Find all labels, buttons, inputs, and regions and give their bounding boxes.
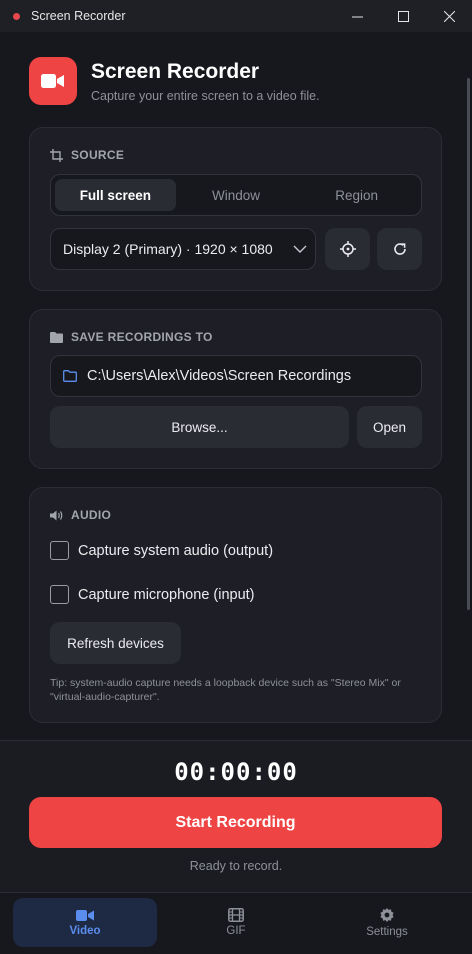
close-icon bbox=[443, 10, 455, 22]
mode-region[interactable]: Region bbox=[296, 179, 417, 211]
audio-card: AUDIO Capture system audio (output) Capt… bbox=[29, 487, 442, 723]
microphone-checkbox-box[interactable] bbox=[50, 585, 69, 604]
tab-gif[interactable]: GIF bbox=[164, 898, 308, 947]
window-title: Screen Recorder bbox=[31, 9, 126, 23]
browse-button[interactable]: Browse... bbox=[50, 406, 349, 448]
save-path-value: C:\Users\Alex\Videos\Screen Recordings bbox=[87, 368, 352, 384]
system-audio-label: Capture system audio (output) bbox=[78, 542, 274, 559]
bottom-nav: Video GIF Settings bbox=[0, 892, 472, 954]
audio-heading: AUDIO bbox=[50, 508, 111, 522]
close-button[interactable] bbox=[426, 0, 472, 32]
chevron-down-icon bbox=[293, 245, 307, 253]
film-icon bbox=[228, 908, 244, 922]
status-text: Ready to record. bbox=[189, 859, 283, 873]
refresh-displays-button[interactable] bbox=[377, 228, 422, 270]
tab-settings-label: Settings bbox=[366, 926, 408, 938]
tab-settings[interactable]: Settings bbox=[315, 898, 459, 947]
page-subtitle: Capture your entire screen to a video fi… bbox=[91, 89, 320, 103]
display-select[interactable]: Display 2 (Primary) · 1920 × 1080 bbox=[50, 228, 316, 270]
system-audio-checkbox[interactable]: Capture system audio (output) bbox=[50, 541, 273, 560]
title-bar: Screen Recorder bbox=[0, 0, 472, 32]
crop-icon bbox=[50, 148, 63, 162]
save-location-card: SAVE RECORDINGS TO C:\Users\Alex\Videos\… bbox=[29, 309, 442, 469]
start-recording-button[interactable]: Start Recording bbox=[29, 797, 442, 848]
source-heading: SOURCE bbox=[50, 148, 124, 162]
minimize-icon bbox=[351, 16, 363, 17]
maximize-button[interactable] bbox=[380, 0, 426, 32]
mode-full-screen[interactable]: Full screen bbox=[55, 179, 176, 211]
refresh-devices-button[interactable]: Refresh devices bbox=[50, 622, 181, 664]
source-card: SOURCE Full screen Window Region Display… bbox=[29, 127, 442, 291]
recording-timer: 00:00:00 bbox=[174, 758, 298, 786]
app-dot-icon bbox=[13, 12, 20, 20]
microphone-checkbox[interactable]: Capture microphone (input) bbox=[50, 585, 255, 604]
folder-outline-icon bbox=[63, 370, 77, 382]
video-camera-icon bbox=[41, 74, 64, 88]
source-heading-label: SOURCE bbox=[71, 148, 125, 162]
tab-video[interactable]: Video bbox=[13, 898, 157, 947]
recording-footer: 00:00:00 Start Recording Ready to record… bbox=[0, 740, 472, 892]
save-heading-label: SAVE RECORDINGS TO bbox=[71, 330, 213, 344]
tab-gif-label: GIF bbox=[226, 925, 246, 937]
save-heading: SAVE RECORDINGS TO bbox=[50, 330, 213, 344]
source-mode-selector: Full screen Window Region bbox=[50, 174, 422, 216]
window-controls bbox=[334, 0, 472, 32]
open-folder-button[interactable]: Open bbox=[357, 406, 422, 448]
microphone-label: Capture microphone (input) bbox=[78, 586, 255, 603]
refresh-icon bbox=[393, 243, 406, 255]
display-select-value: Display 2 (Primary) · 1920 × 1080 bbox=[63, 241, 273, 257]
mode-window[interactable]: Window bbox=[176, 179, 297, 211]
gear-icon bbox=[380, 908, 394, 922]
speaker-icon bbox=[50, 510, 63, 520]
audio-tip: Tip: system-audio capture needs a loopba… bbox=[50, 677, 401, 703]
identify-display-button[interactable] bbox=[325, 228, 370, 270]
app-logo bbox=[29, 57, 77, 105]
minimize-button[interactable] bbox=[334, 0, 380, 32]
maximize-icon bbox=[397, 10, 409, 22]
audio-heading-label: AUDIO bbox=[71, 508, 112, 522]
folder-icon bbox=[50, 331, 63, 343]
crosshair-icon bbox=[339, 241, 356, 257]
system-audio-checkbox-box[interactable] bbox=[50, 541, 69, 560]
tab-video-label: Video bbox=[69, 924, 101, 937]
page-title: Screen Recorder bbox=[91, 60, 260, 83]
scrollbar[interactable] bbox=[467, 78, 470, 610]
main-content[interactable]: Screen Recorder Capture your entire scre… bbox=[0, 32, 472, 740]
video-camera-icon bbox=[76, 909, 94, 921]
save-path-field[interactable]: C:\Users\Alex\Videos\Screen Recordings bbox=[50, 355, 422, 397]
